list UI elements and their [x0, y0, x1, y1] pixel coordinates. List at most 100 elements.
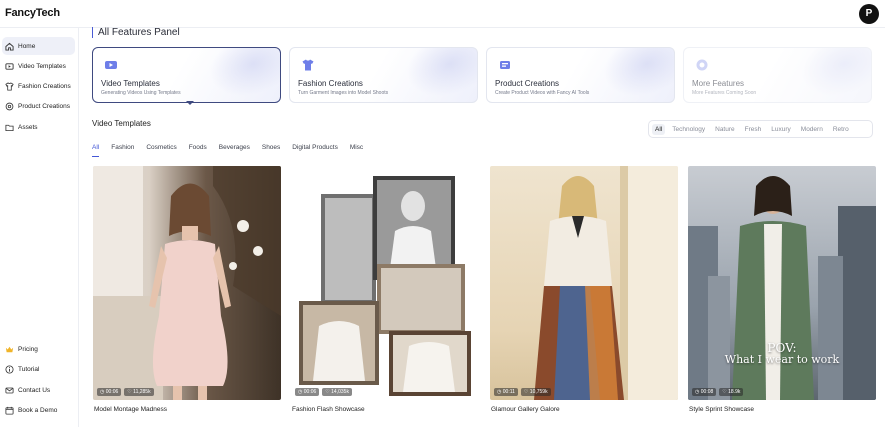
filter-all[interactable]: All — [652, 123, 666, 135]
more-features-icon — [696, 59, 708, 71]
card-decoration — [594, 48, 674, 102]
model-image — [93, 166, 281, 400]
user-avatar[interactable]: P — [859, 4, 879, 24]
duration-value: 00:06 — [105, 389, 119, 395]
likes-value: 14,035k — [331, 389, 349, 395]
template-title: Model Montage Madness — [94, 406, 167, 413]
duration-value: 00:11 — [502, 389, 515, 395]
filter-modern[interactable]: Modern — [798, 124, 826, 135]
feature-title: Video Templates — [101, 79, 160, 88]
likes-badge: ♡ 14,035k — [322, 388, 352, 396]
sidebar-item-label: Home — [18, 42, 36, 50]
product-icon — [5, 102, 14, 111]
tab-digital-products[interactable]: Digital Products — [292, 144, 338, 157]
sidebar: Home Video Templates Fashion Creations P… — [0, 28, 79, 427]
panel-title: All Features Panel — [92, 27, 180, 38]
template-card[interactable]: ◷ 00:06 ♡ 11,285k Model Montage Madness — [93, 166, 281, 416]
product-creation-icon — [500, 61, 510, 69]
sidebar-item-label: Product Creations — [18, 102, 71, 110]
duration-badge: ◷ 00:11 — [494, 388, 518, 396]
overlay-line-2: What I wear to work — [724, 353, 840, 366]
calendar-icon — [5, 406, 14, 415]
sidebar-item-fashion-creations[interactable]: Fashion Creations — [2, 77, 75, 95]
likes-badge: ♡ 10,759k — [520, 388, 551, 396]
template-title: Fashion Flash Showcase — [292, 406, 365, 413]
feature-card-video-templates[interactable]: Video Templates Generating Videos Using … — [92, 47, 281, 103]
template-card[interactable]: ◷ 00:06 ♡ 14,035k Fashion Flash Showcase — [291, 166, 479, 416]
likes-badge: ♡ 11,285k — [124, 388, 154, 396]
crown-icon — [5, 345, 14, 354]
template-meta: ◷ 00:11 ♡ 10,759k — [494, 388, 554, 396]
feature-title: Fashion Creations — [298, 79, 363, 88]
collage-image — [299, 176, 471, 396]
card-decoration — [791, 48, 871, 102]
fashion-icon — [302, 59, 314, 71]
template-thumbnail — [291, 166, 479, 400]
filter-nature[interactable]: Nature — [712, 124, 738, 135]
template-meta: ◷ 00:08 ♡ 18.9k — [692, 388, 746, 396]
tab-misc[interactable]: Misc — [350, 144, 363, 157]
sidebar-item-assets[interactable]: Assets — [2, 118, 75, 136]
template-thumbnail: POV: What I wear to work — [688, 166, 876, 400]
template-title: Glamour Gallery Galore — [491, 406, 560, 413]
section-title: Video Templates — [92, 119, 151, 128]
filter-fresh[interactable]: Fresh — [742, 124, 765, 135]
likes-value: 11,285k — [133, 389, 151, 395]
duration-badge: ◷ 00:06 — [295, 388, 320, 396]
sidebar-item-video-templates[interactable]: Video Templates — [2, 57, 75, 75]
duration-badge: ◷ 00:06 — [97, 388, 122, 396]
video-icon — [5, 62, 14, 71]
template-meta: ◷ 00:06 ♡ 14,035k — [295, 388, 355, 396]
feature-card-product-creations[interactable]: Product Creations Create Product Videos … — [486, 47, 675, 103]
sidebar-item-tutorial[interactable]: Tutorial — [2, 360, 75, 378]
sidebar-item-label: Contact Us — [18, 386, 51, 394]
sidebar-item-label: Fashion Creations — [18, 82, 71, 90]
feature-subtitle: More Features Coming Soon — [692, 90, 757, 96]
home-icon — [5, 42, 14, 51]
feature-title: More Features — [692, 79, 745, 88]
template-thumbnail — [490, 166, 678, 400]
feature-card-more-features: More Features More Features Coming Soon — [683, 47, 872, 103]
active-pointer — [186, 101, 194, 105]
card-decoration — [397, 48, 477, 102]
info-icon — [5, 364, 14, 374]
card-decoration — [200, 48, 280, 102]
feature-subtitle: Generating Videos Using Templates — [101, 90, 181, 96]
filter-luxury[interactable]: Luxury — [768, 124, 794, 135]
folder-icon — [5, 123, 14, 132]
duration-badge: ◷ 00:08 — [692, 388, 717, 396]
sidebar-item-label: Tutorial — [18, 365, 40, 373]
tab-all[interactable]: All — [92, 144, 100, 157]
sidebar-item-label: Video Templates — [18, 62, 66, 70]
likes-value: 10,759k — [529, 389, 548, 395]
tab-fashion[interactable]: Fashion — [111, 144, 134, 157]
feature-title: Product Creations — [495, 79, 560, 88]
duration-value: 00:06 — [303, 389, 317, 395]
sidebar-item-product-creations[interactable]: Product Creations — [2, 97, 75, 115]
sidebar-item-contact-us[interactable]: Contact Us — [2, 381, 75, 399]
sidebar-item-book-a-demo[interactable]: Book a Demo — [2, 401, 75, 419]
feature-subtitle: Create Product Videos with Fancy AI Tool… — [495, 90, 590, 96]
template-card[interactable]: ◷ 00:11 ♡ 10,759k Glamour Gallery Galore — [490, 166, 678, 416]
tab-beverages[interactable]: Beverages — [219, 144, 250, 157]
tab-foods[interactable]: Foods — [189, 144, 207, 157]
sidebar-item-label: Assets — [18, 123, 38, 131]
mail-icon — [5, 386, 14, 395]
feature-subtitle: Turn Garment Images into Model Shoots — [298, 90, 389, 96]
filter-retro[interactable]: Retro — [830, 124, 852, 135]
template-meta: ◷ 00:06 ♡ 11,285k — [97, 388, 157, 396]
model-image — [534, 166, 678, 400]
tab-cosmetics[interactable]: Cosmetics — [146, 144, 176, 157]
feature-card-fashion-creations[interactable]: Fashion Creations Turn Garment Images in… — [289, 47, 478, 103]
sidebar-item-pricing[interactable]: Pricing — [2, 340, 75, 358]
template-title: Style Sprint Showcase — [689, 406, 755, 413]
sidebar-item-home[interactable]: Home — [2, 37, 75, 55]
likes-badge: ♡ 18.9k — [719, 388, 744, 396]
filter-technology[interactable]: Technology — [669, 124, 708, 135]
duration-value: 00:08 — [700, 389, 714, 395]
style-filter-group: All Technology Nature Fresh Luxury Moder… — [648, 120, 873, 138]
template-card[interactable]: POV: What I wear to work ◷ 00:08 ♡ 18.9k… — [688, 166, 876, 416]
top-bar: FancyTech P — [0, 0, 885, 28]
tab-shoes[interactable]: Shoes — [262, 144, 280, 157]
brand-logo[interactable]: FancyTech — [5, 7, 60, 19]
